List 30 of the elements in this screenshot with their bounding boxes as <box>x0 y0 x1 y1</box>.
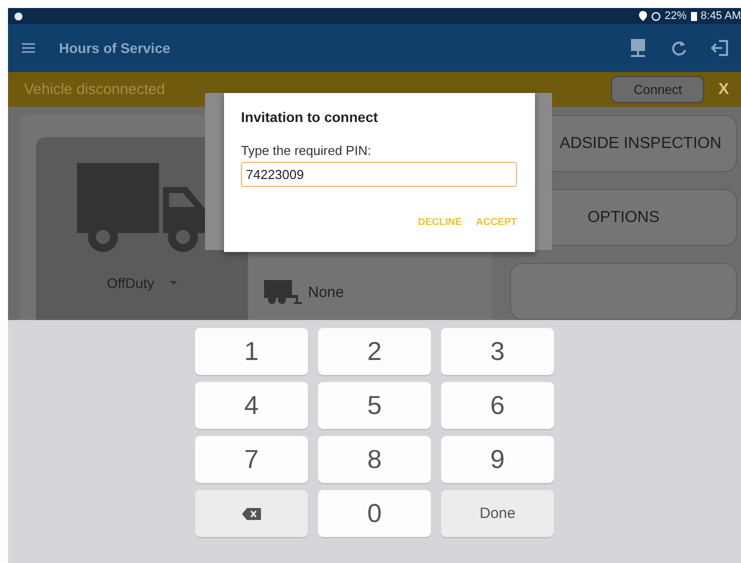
done-key[interactable]: Done <box>441 490 554 537</box>
keyboard-key[interactable]: 1 <box>195 328 308 375</box>
truck-icon <box>77 163 207 255</box>
close-button[interactable]: X <box>718 80 729 98</box>
battery-percent: 22% <box>664 10 687 22</box>
keyboard-key[interactable]: 5 <box>318 382 431 429</box>
keyboard-key[interactable]: 2 <box>318 328 431 375</box>
keyboard-key[interactable]: 8 <box>318 436 431 483</box>
location-pin-icon <box>638 11 647 21</box>
clock-time: 8:45 AM <box>700 10 741 22</box>
refresh-icon[interactable] <box>671 40 687 56</box>
app-title: Hours of Service <box>59 40 172 56</box>
keyboard-key[interactable]: 6 <box>441 382 554 429</box>
trailer-icon <box>264 280 302 304</box>
keyboard-key[interactable]: 4 <box>195 382 308 429</box>
pin-input-field[interactable]: 74223009 <box>241 162 517 187</box>
alarm-icon <box>650 11 661 21</box>
battery-icon <box>690 11 697 21</box>
app-notification-icon <box>14 12 23 20</box>
keyboard-key[interactable]: 0 <box>318 490 431 537</box>
monitor-icon[interactable] <box>629 38 647 58</box>
trailer-value: None <box>308 284 344 300</box>
keyboard-key[interactable]: 3 <box>441 328 554 375</box>
keyboard-key[interactable]: 9 <box>441 436 554 483</box>
backspace-icon <box>242 508 261 520</box>
dialog-title: Invitation to connect <box>241 109 379 125</box>
logout-icon[interactable] <box>711 39 729 57</box>
menu-icon[interactable] <box>22 43 35 53</box>
backspace-key[interactable] <box>195 490 308 537</box>
keyboard-key[interactable]: 7 <box>195 436 308 483</box>
